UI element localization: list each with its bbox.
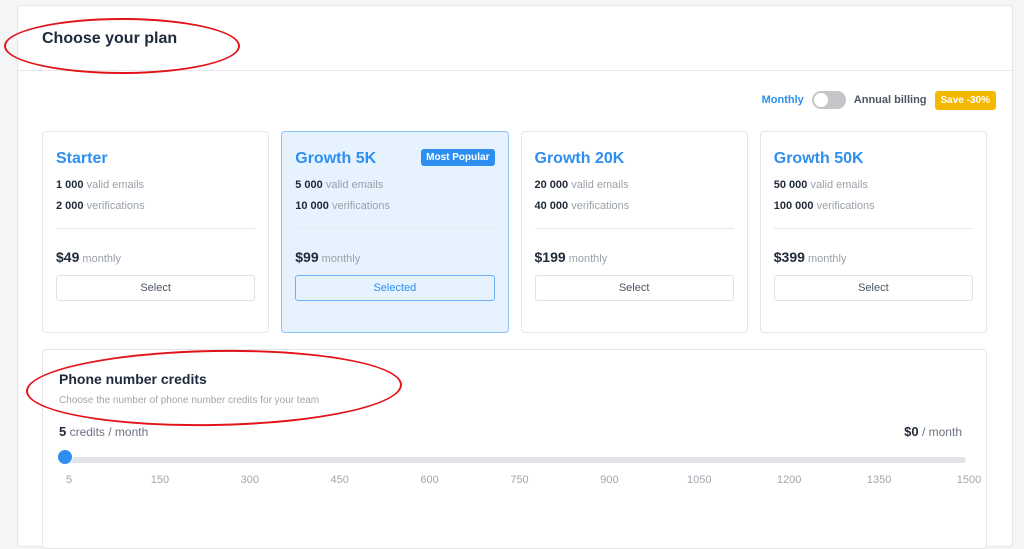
verifications-count: 40 000 <box>534 200 569 212</box>
divider <box>295 228 495 229</box>
monthly-label[interactable]: Monthly <box>762 94 804 106</box>
plan-name: Starter <box>56 150 108 167</box>
cost-amount: $0 <box>904 424 919 439</box>
emails-label: valid emails <box>810 179 868 191</box>
price-amount: $199 <box>534 249 566 265</box>
plan-card-growth-5k[interactable]: Growth 5K Most Popular 5 000 valid email… <box>281 131 509 333</box>
divider <box>56 228 256 229</box>
annual-billing-label[interactable]: Annual billing <box>854 94 927 106</box>
toggle-knob <box>813 93 828 107</box>
emails-count: 1 000 <box>56 179 84 191</box>
plan-card-starter[interactable]: Starter 1 000 valid emails 2 000 verific… <box>42 131 270 333</box>
slider-tick-label: 300 <box>240 474 259 486</box>
page-title: Choose your plan <box>42 30 178 47</box>
plan-name: Growth 50K <box>773 150 864 167</box>
credits-slider-track[interactable] <box>65 457 966 463</box>
verifications-label: verifications <box>86 200 145 212</box>
divider <box>534 228 734 229</box>
plan-verifications: 100 000 verifications <box>774 200 973 212</box>
credits-count: 5 <box>59 424 67 439</box>
slider-tick-label: 1500 <box>956 474 982 486</box>
save-badge: Save -30% <box>934 90 996 110</box>
slider-tick-label: 750 <box>510 474 529 486</box>
slider-tick-label: 1350 <box>866 474 892 486</box>
plan-emails: 1 000 valid emails <box>56 179 255 191</box>
plan-emails: 5 000 valid emails <box>295 179 494 191</box>
plan-price: $99 monthly <box>295 249 494 265</box>
select-button[interactable]: Select <box>773 275 973 301</box>
emails-count: 50 000 <box>773 179 808 191</box>
price-period: monthly <box>321 253 361 265</box>
emails-label: valid emails <box>571 179 629 191</box>
slider-tick-label: 1200 <box>776 474 802 486</box>
verifications-label: verifications <box>571 200 630 212</box>
credits-title: Phone number credits <box>59 371 207 387</box>
price-period: monthly <box>82 253 121 265</box>
price-amount: $49 <box>56 249 80 265</box>
credits-value: 5 credits / month <box>59 424 148 439</box>
verifications-count: 10 000 <box>295 200 329 212</box>
plan-name: Growth 20K <box>534 150 625 167</box>
credits-cost: $0 / month <box>904 424 962 439</box>
slider-tick-label: 900 <box>600 474 619 486</box>
verifications-label: verifications <box>331 200 391 212</box>
plan-cards: Starter 1 000 valid emails 2 000 verific… <box>42 131 987 333</box>
plan-emails: 50 000 valid emails <box>774 179 973 191</box>
emails-count: 5 000 <box>295 179 323 191</box>
slider-tick-label: 1050 <box>687 474 712 486</box>
cost-unit: / month <box>921 425 962 439</box>
panel-header: Choose your plan <box>18 6 1012 71</box>
plan-emails: 20 000 valid emails <box>535 179 734 191</box>
select-button[interactable]: Select <box>534 275 734 301</box>
plan-verifications: 2 000 verifications <box>56 200 255 212</box>
plan-card-growth-20k[interactable]: Growth 20K 20 000 valid emails 40 000 ve… <box>520 131 748 333</box>
slider-tick-label: 150 <box>150 474 170 486</box>
emails-count: 20 000 <box>534 179 569 191</box>
plan-verifications: 10 000 verifications <box>295 200 494 212</box>
plan-verifications: 40 000 verifications <box>535 200 734 212</box>
credits-slider-thumb[interactable] <box>57 449 73 465</box>
price-period: monthly <box>807 253 847 265</box>
phone-credits-section: Phone number credits Choose the number o… <box>42 349 987 549</box>
billing-toggle[interactable] <box>811 91 846 109</box>
plan-price: $399 monthly <box>774 249 973 265</box>
billing-toggle-group: Monthly Annual billing Save -30% <box>762 90 996 110</box>
verifications-label: verifications <box>816 200 875 212</box>
credits-unit: credits / month <box>69 425 149 439</box>
verifications-count: 2 000 <box>56 200 84 212</box>
divider <box>773 228 973 229</box>
slider-tick-label: 5 <box>65 474 73 486</box>
selected-button[interactable]: Selected <box>295 275 495 301</box>
select-button[interactable]: Select <box>56 275 256 301</box>
emails-label: valid emails <box>325 179 384 191</box>
most-popular-badge: Most Popular <box>421 149 495 166</box>
verifications-count: 100 000 <box>773 200 814 212</box>
price-period: monthly <box>568 253 608 265</box>
slider-tick-label: 600 <box>420 474 439 486</box>
slider-ticks: 5 150 300 450 600 750 900 1050 1200 1350 1500 <box>43 474 986 488</box>
emails-label: valid emails <box>86 179 145 191</box>
price-amount: $399 <box>773 249 805 265</box>
credits-subtitle: Choose the number of phone number credit… <box>59 395 320 406</box>
plan-price: $49 monthly <box>56 249 255 265</box>
plan-card-growth-50k[interactable]: Growth 50K 50 000 valid emails 100 000 v… <box>759 131 987 333</box>
plan-price: $199 monthly <box>535 249 734 265</box>
slider-tick-label: 450 <box>330 474 349 486</box>
price-amount: $99 <box>295 249 319 265</box>
